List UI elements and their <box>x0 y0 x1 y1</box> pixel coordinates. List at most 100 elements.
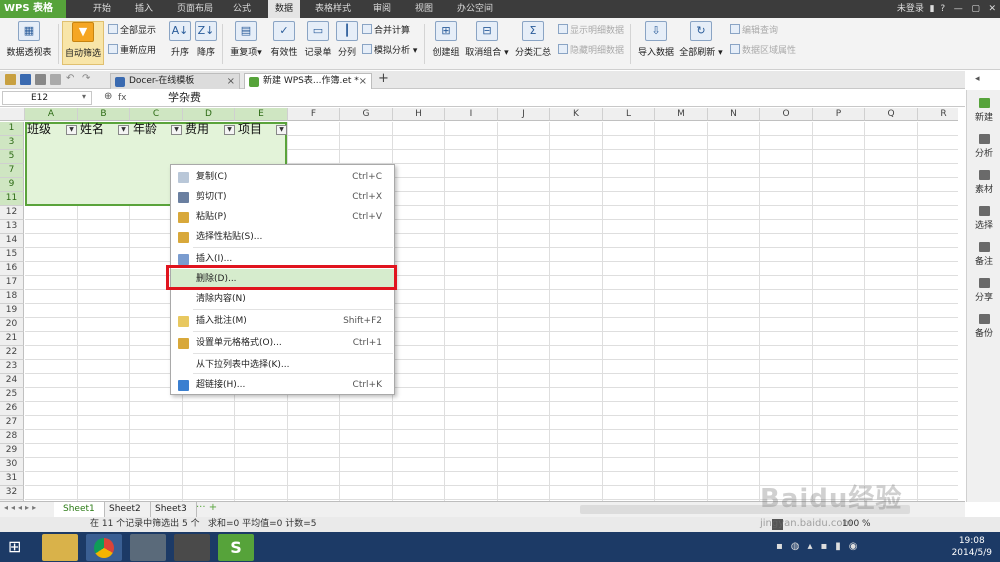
column-header-q[interactable]: Q <box>865 108 918 121</box>
duplicates-button[interactable]: ▤ 重复项▾ <box>228 21 264 65</box>
menu-tab-table-style[interactable]: 表格样式 <box>308 0 358 18</box>
row-header-23[interactable]: 23 <box>0 360 24 374</box>
system-clock[interactable]: 19:08 2014/5/9 <box>952 535 992 559</box>
close-tab-icon[interactable]: × <box>359 74 367 89</box>
row-header-17[interactable]: 17 <box>0 276 24 290</box>
menu-item-hyperlink[interactable]: 超链接(H)... Ctrl+K <box>171 375 394 395</box>
photos-icon[interactable] <box>174 534 210 561</box>
row-header-21[interactable]: 21 <box>0 332 24 346</box>
show-detail-button[interactable]: 显示明细数据 <box>558 24 624 38</box>
help-icon[interactable]: ? <box>940 4 948 14</box>
row-header-29[interactable]: 29 <box>0 444 24 458</box>
filter-active-icon[interactable]: ▼ <box>118 125 129 135</box>
name-box[interactable]: E12 <box>2 91 92 105</box>
column-header-h[interactable]: H <box>393 108 445 121</box>
column-header-k[interactable]: K <box>550 108 603 121</box>
row-header-24[interactable]: 24 <box>0 374 24 388</box>
column-header-e[interactable]: E <box>235 108 288 121</box>
row-header-14[interactable]: 14 <box>0 234 24 248</box>
tab-sheet3[interactable]: Sheet3 <box>146 502 197 517</box>
more-sheets-icon[interactable]: ··· + <box>196 502 217 513</box>
close-tab-icon[interactable]: × <box>227 74 235 89</box>
login-status[interactable]: 未登录 <box>897 4 924 14</box>
select-all-corner[interactable] <box>0 108 25 121</box>
sidebar-item-select[interactable]: 选择 <box>969 206 999 231</box>
sort-descending-button[interactable]: Z↓ 降序 <box>194 21 218 65</box>
consolidate-button[interactable]: 合并计算 <box>362 24 410 38</box>
what-if-button[interactable]: 模拟分析 ▾ <box>362 44 417 58</box>
windows-start-icon[interactable]: ⊞ <box>8 538 28 556</box>
range-properties-button[interactable]: 数据区域属性 <box>730 44 796 58</box>
pivot-table-button[interactable]: ▦ 数据透视表 <box>6 21 52 65</box>
print-preview-icon[interactable] <box>50 74 61 85</box>
filter-dropdown-icon[interactable]: ▼ <box>171 125 182 135</box>
reapply-button[interactable]: 重新应用 <box>108 44 156 58</box>
filter-dropdown-icon[interactable]: ▼ <box>276 125 287 135</box>
column-header-l[interactable]: L <box>603 108 655 121</box>
create-group-button[interactable]: ⊞ 创建组 <box>430 21 462 65</box>
restore-icon[interactable]: ▢ <box>968 4 982 14</box>
menu-item-clear-contents[interactable]: 清除内容(N) <box>171 289 394 309</box>
chrome-icon[interactable] <box>86 534 122 561</box>
filter-dropdown-icon[interactable]: ▼ <box>224 125 235 135</box>
print-icon[interactable] <box>35 74 46 85</box>
row-header-1[interactable]: 1 <box>0 122 24 136</box>
menu-tab-start[interactable]: 开始 <box>86 0 118 18</box>
system-tray-icons[interactable]: ▪◍▴▪▮◉ <box>776 541 866 552</box>
sidebar-item-analysis[interactable]: 分析 <box>969 134 999 159</box>
menu-tab-review[interactable]: 审阅 <box>366 0 398 18</box>
row-header-9[interactable]: 9 <box>0 178 24 192</box>
zoom-icon[interactable]: ⊕ <box>104 91 112 102</box>
record-form-button[interactable]: ▭ 记录单 <box>302 21 334 65</box>
refresh-all-button[interactable]: ↻ 全部刷新 ▾ <box>678 21 724 65</box>
menu-tab-data[interactable]: 数据 <box>268 0 301 18</box>
menu-item-pick-from-list[interactable]: 从下拉列表中选择(K)... <box>171 355 394 375</box>
fx-icon[interactable]: fx <box>118 91 127 105</box>
spreadsheet-grid[interactable]: A B C D E F G H I J K L M N O P Q R 1 3 5 7 9 11 12 13 14 15 16 17 18 1… <box>0 108 958 501</box>
sidebar-item-backup[interactable]: 备份 <box>969 314 999 339</box>
row-header-15[interactable]: 15 <box>0 248 24 262</box>
minimize-icon[interactable]: — <box>951 4 966 14</box>
menu-tab-office-space[interactable]: 办公空间 <box>450 0 500 18</box>
row-header-25[interactable]: 25 <box>0 388 24 402</box>
row-header-12[interactable]: 12 <box>0 206 24 220</box>
menu-tab-view[interactable]: 视图 <box>408 0 440 18</box>
menu-item-paste[interactable]: 粘贴(P) Ctrl+V <box>171 207 394 227</box>
sheet-nav-arrows-icon[interactable]: ◂◂◂▸▸ <box>4 503 39 512</box>
sidebar-item-new[interactable]: 新建 <box>969 98 999 123</box>
row-header-5[interactable]: 5 <box>0 150 24 164</box>
row-header-27[interactable]: 27 <box>0 416 24 430</box>
wps-spreadsheet-icon[interactable]: S <box>218 534 254 561</box>
validity-button[interactable]: ✓ 有效性 <box>268 21 300 65</box>
sidebar-item-notes[interactable]: 备注 <box>969 242 999 267</box>
tab-new-workbook[interactable]: 新建 WPS表...作簿.et * × <box>244 73 372 89</box>
tab-sheet2[interactable]: Sheet2 <box>100 502 151 517</box>
formula-input[interactable]: 学杂费 <box>168 90 201 106</box>
menu-item-format-cells[interactable]: 设置单元格格式(O)... Ctrl+1 <box>171 333 394 353</box>
column-header-r[interactable]: R <box>918 108 958 121</box>
row-header-16[interactable]: 16 <box>0 262 24 276</box>
app-icon[interactable] <box>130 534 166 561</box>
column-header-f[interactable]: F <box>288 108 340 121</box>
file-explorer-icon[interactable] <box>42 534 78 561</box>
row-header-13[interactable]: 13 <box>0 220 24 234</box>
row-header-26[interactable]: 26 <box>0 402 24 416</box>
add-tab-button[interactable]: + <box>378 71 389 86</box>
column-header-o[interactable]: O <box>760 108 813 121</box>
subtotal-button[interactable]: Σ 分类汇总 <box>512 21 554 65</box>
row-header-32[interactable]: 32 <box>0 486 24 500</box>
redo-icon[interactable]: ↷ <box>82 73 90 84</box>
column-header-c[interactable]: C <box>130 108 183 121</box>
tab-sheet1[interactable]: Sheet1 <box>54 502 105 517</box>
split-column-button[interactable]: ┃ 分列 <box>336 21 358 65</box>
row-header-3[interactable]: 3 <box>0 136 24 150</box>
row-header-31[interactable]: 31 <box>0 472 24 486</box>
row-header-30[interactable]: 30 <box>0 458 24 472</box>
column-header-b[interactable]: B <box>78 108 130 121</box>
close-icon[interactable]: ✕ <box>986 4 996 14</box>
tab-docer-templates[interactable]: Docer-在线模板 × <box>110 73 240 89</box>
sort-ascending-button[interactable]: A↓ 升序 <box>168 21 192 65</box>
save-icon[interactable] <box>20 74 31 85</box>
menu-tab-insert[interactable]: 插入 <box>128 0 160 18</box>
edit-query-button[interactable]: 编辑查询 <box>730 24 778 38</box>
